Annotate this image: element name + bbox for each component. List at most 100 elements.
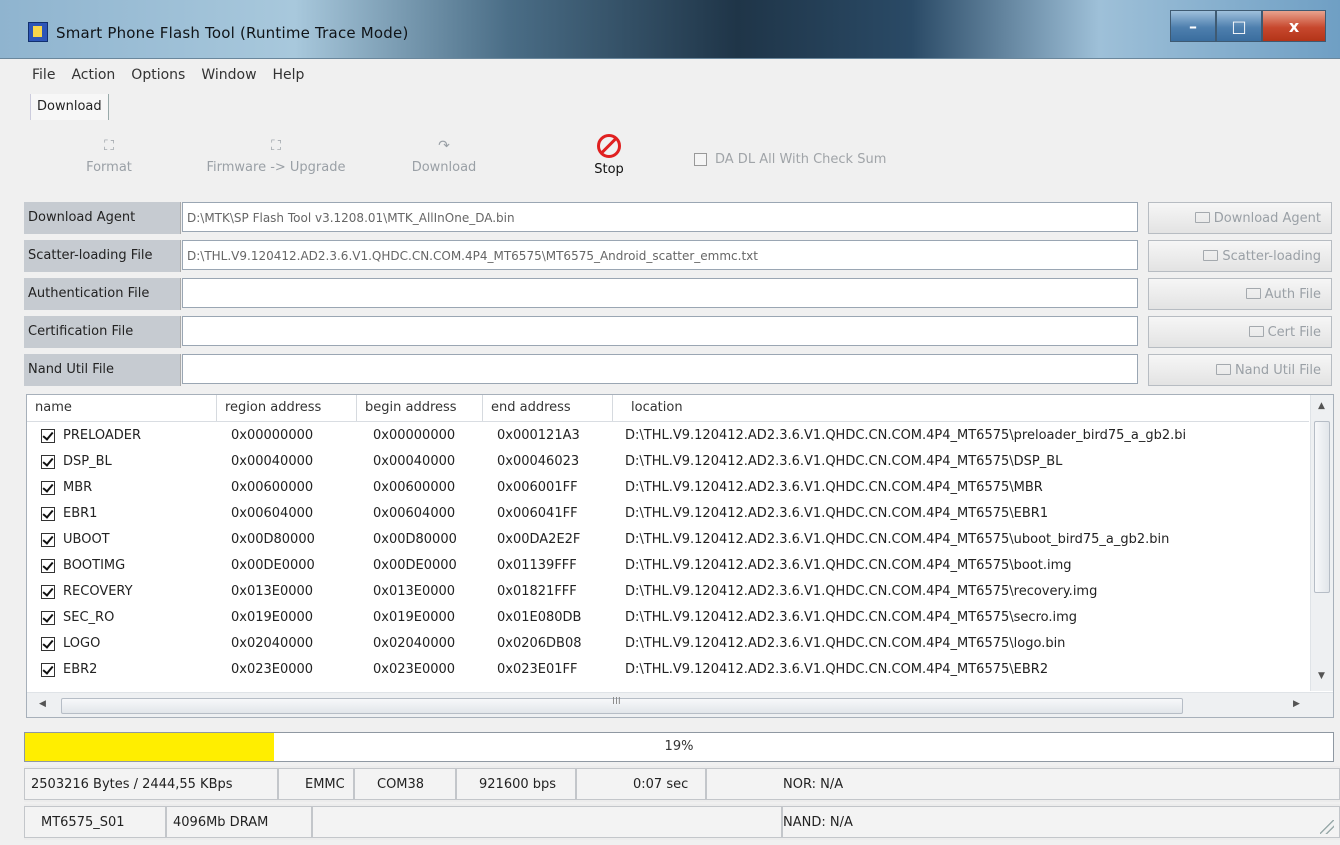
minimize-button[interactable]: – — [1170, 10, 1216, 42]
download-agent-button-label: Download Agent — [1213, 211, 1321, 226]
format-button[interactable]: ⛶ Format — [74, 138, 144, 175]
row-name: BOOTIMG — [63, 558, 126, 573]
row-location: D:\THL.V9.120412.AD2.3.6.V1.QHDC.CN.COM.… — [625, 454, 1063, 469]
table-row[interactable]: LOGO 0x02040000 0x02040000 0x0206DB08 D:… — [27, 631, 1309, 657]
row-checkbox[interactable] — [41, 481, 55, 495]
row-end: 0x0206DB08 — [497, 636, 582, 651]
row-begin: 0x023E0000 — [373, 662, 456, 677]
col-end-header[interactable]: end address — [483, 395, 613, 421]
scroll-up-arrow-icon[interactable]: ▲ — [1318, 401, 1325, 411]
cert-file-input[interactable] — [182, 316, 1138, 346]
scroll-right-arrow-icon[interactable]: ▶ — [1293, 699, 1300, 709]
row-checkbox[interactable] — [41, 507, 55, 521]
row-region: 0x00604000 — [231, 506, 314, 521]
close-button[interactable]: x — [1262, 10, 1326, 42]
menu-action[interactable]: Action — [63, 64, 123, 86]
row-checkbox[interactable] — [41, 533, 55, 547]
table-row[interactable]: PRELOADER 0x00000000 0x00000000 0x000121… — [27, 423, 1309, 449]
row-region: 0x00600000 — [231, 480, 314, 495]
col-name-header[interactable]: name — [27, 395, 217, 421]
col-location-header[interactable]: location — [613, 395, 1309, 421]
col-begin-header[interactable]: begin address — [357, 395, 483, 421]
table-row[interactable]: MBR 0x00600000 0x00600000 0x006001FF D:\… — [27, 475, 1309, 501]
folder-icon — [1194, 212, 1210, 223]
progress-label: 19% — [664, 739, 694, 754]
row-location: D:\THL.V9.120412.AD2.3.6.V1.QHDC.CN.COM.… — [625, 480, 1043, 495]
status-empty — [312, 806, 782, 838]
row-begin: 0x00600000 — [373, 480, 456, 495]
download-agent-row: Download Agent D:\MTK\SP Flash Tool v3.1… — [24, 200, 1334, 236]
menu-window[interactable]: Window — [193, 64, 264, 86]
auth-file-input[interactable] — [182, 278, 1138, 308]
scatter-loading-button[interactable]: Scatter-loading — [1148, 240, 1332, 272]
row-end: 0x01E080DB — [497, 610, 582, 625]
row-end: 0x006041FF — [497, 506, 578, 521]
nand-util-button-label: Nand Util File — [1234, 363, 1321, 378]
row-end: 0x00046023 — [497, 454, 580, 469]
auth-file-button[interactable]: Auth File — [1148, 278, 1332, 310]
cert-file-row: Certification File Cert File — [24, 314, 1334, 350]
download-agent-button[interactable]: Download Agent — [1148, 202, 1332, 234]
row-name: EBR1 — [63, 506, 98, 521]
table-row[interactable]: EBR1 0x00604000 0x00604000 0x006041FF D:… — [27, 501, 1309, 527]
stop-icon — [597, 134, 621, 158]
scatter-file-input[interactable]: D:\THL.V9.120412.AD2.3.6.V1.QHDC.CN.COM.… — [182, 240, 1138, 270]
row-checkbox[interactable] — [41, 663, 55, 677]
nand-util-label: Nand Util File — [24, 354, 181, 386]
table-row[interactable]: UBOOT 0x00D80000 0x00D80000 0x00DA2E2F D… — [27, 527, 1309, 553]
table-row[interactable]: BOOTIMG 0x00DE0000 0x00DE0000 0x01139FFF… — [27, 553, 1309, 579]
row-checkbox[interactable] — [41, 455, 55, 469]
vertical-scroll-thumb[interactable] — [1314, 421, 1330, 593]
row-region: 0x013E0000 — [231, 584, 314, 599]
auth-file-row: Authentication File Auth File — [24, 276, 1334, 312]
menu-help[interactable]: Help — [265, 64, 313, 86]
resize-grip-icon[interactable] — [1320, 820, 1334, 834]
table-body: PRELOADER 0x00000000 0x00000000 0x000121… — [27, 423, 1309, 685]
row-checkbox[interactable] — [41, 585, 55, 599]
table-row[interactable]: DSP_BL 0x00040000 0x00040000 0x00046023 … — [27, 449, 1309, 475]
row-location: D:\THL.V9.120412.AD2.3.6.V1.QHDC.CN.COM.… — [625, 558, 1072, 573]
scroll-left-arrow-icon[interactable]: ◀ — [39, 699, 46, 709]
row-checkbox[interactable] — [41, 429, 55, 443]
table-row[interactable]: SEC_RO 0x019E0000 0x019E0000 0x01E080DB … — [27, 605, 1309, 631]
download-button[interactable]: ↷ Download — [399, 138, 489, 175]
checksum-checkbox[interactable]: DA DL All With Check Sum — [694, 152, 886, 167]
nand-util-input[interactable] — [182, 354, 1138, 384]
maximize-button[interactable]: □ — [1216, 10, 1262, 42]
toolbar: ⛶ Format ⛶ Firmware -> Upgrade ↷ Downloa… — [24, 130, 1334, 192]
row-checkbox[interactable] — [41, 559, 55, 573]
title-bar[interactable]: Smart Phone Flash Tool (Runtime Trace Mo… — [0, 0, 1340, 59]
stop-label: Stop — [594, 162, 624, 177]
col-region-header[interactable]: region address — [217, 395, 357, 421]
scatter-file-row: Scatter-loading File D:\THL.V9.120412.AD… — [24, 238, 1334, 274]
status-storage: EMMC — [278, 768, 354, 800]
row-checkbox[interactable] — [41, 637, 55, 651]
firmware-upgrade-button[interactable]: ⛶ Firmware -> Upgrade — [196, 138, 356, 175]
checksum-checkbox-box[interactable] — [694, 153, 707, 166]
menu-options[interactable]: Options — [123, 64, 193, 86]
folder-icon — [1203, 250, 1219, 261]
stop-button[interactable]: Stop — [579, 134, 639, 177]
auth-file-button-label: Auth File — [1264, 287, 1321, 302]
firmware-upgrade-label: Firmware -> Upgrade — [206, 160, 346, 175]
tab-download[interactable]: Download — [30, 94, 109, 120]
status-bytes: 2503216 Bytes / 2444,55 KBps — [24, 768, 278, 800]
scroll-down-arrow-icon[interactable]: ▼ — [1318, 671, 1325, 681]
download-agent-input[interactable]: D:\MTK\SP Flash Tool v3.1208.01\MTK_AllI… — [182, 202, 1138, 232]
row-region: 0x023E0000 — [231, 662, 314, 677]
nand-util-button[interactable]: Nand Util File — [1148, 354, 1332, 386]
cert-file-button[interactable]: Cert File — [1148, 316, 1332, 348]
table-row[interactable]: RECOVERY 0x013E0000 0x013E0000 0x01821FF… — [27, 579, 1309, 605]
table-row[interactable]: EBR2 0x023E0000 0x023E0000 0x023E01FF D:… — [27, 657, 1309, 683]
status-bar-bottom: MT6575_S01 4096Mb DRAM NAND: N/A — [24, 804, 1340, 840]
menu-file[interactable]: File — [24, 64, 63, 86]
row-checkbox[interactable] — [41, 611, 55, 625]
nand-util-row: Nand Util File Nand Util File — [24, 352, 1334, 388]
folder-icon — [1248, 326, 1264, 337]
vertical-scrollbar[interactable]: ▲ ▼ — [1310, 395, 1333, 691]
row-end: 0x01821FFF — [497, 584, 577, 599]
horizontal-scroll-thumb[interactable]: III — [61, 696, 1183, 714]
download-icon: ↷ — [438, 138, 450, 154]
horizontal-scrollbar[interactable]: ◀ III ▶ — [27, 692, 1333, 717]
row-begin: 0x02040000 — [373, 636, 456, 651]
